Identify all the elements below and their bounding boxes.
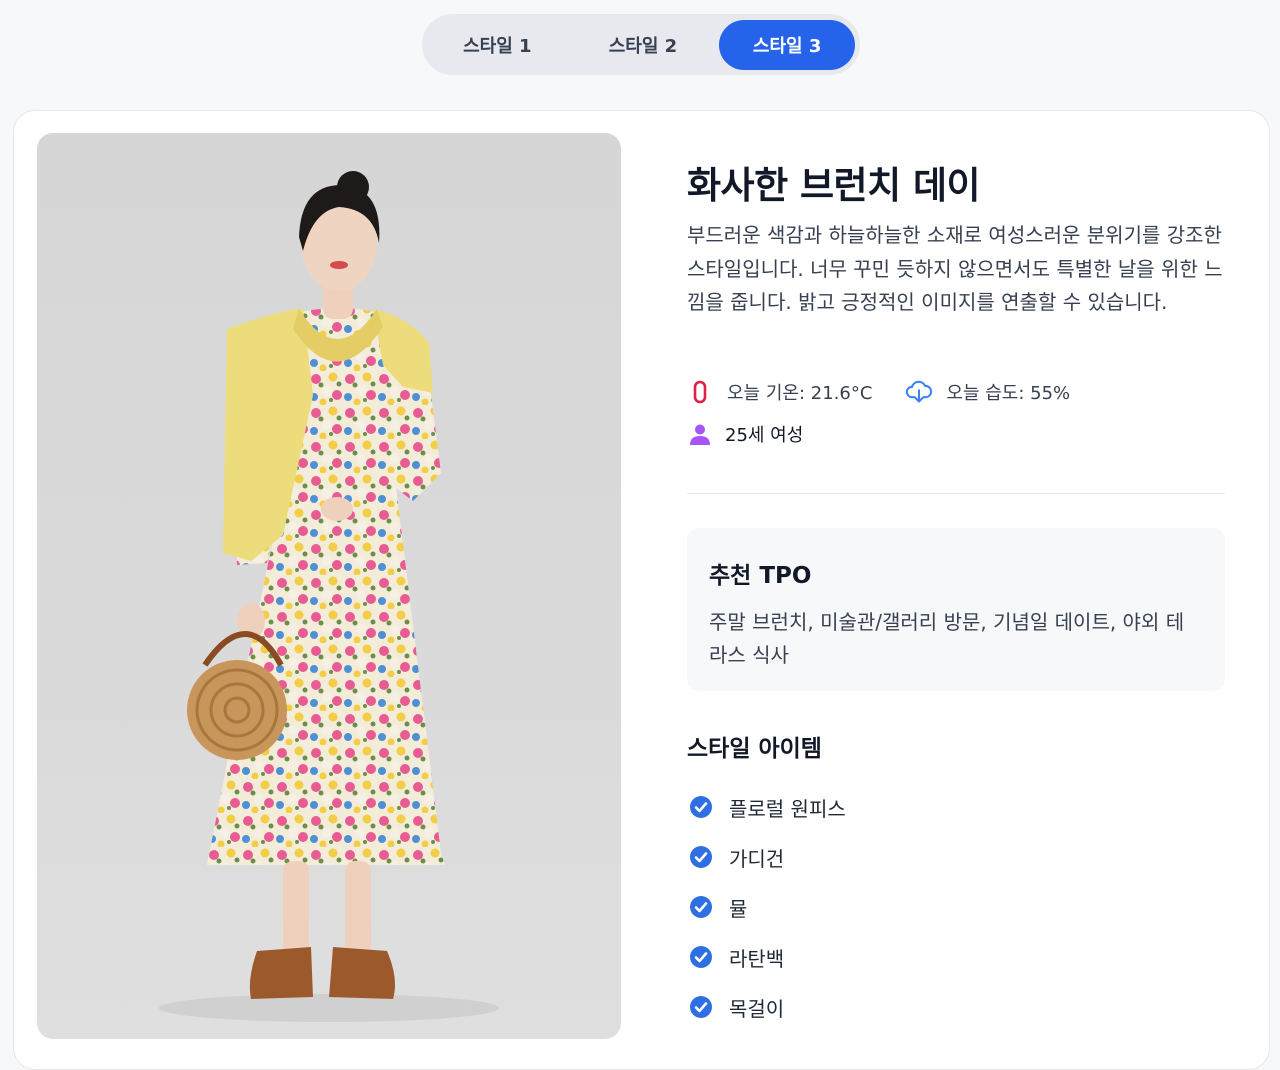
check-circle-icon bbox=[690, 996, 712, 1018]
item-label: 목걸이 bbox=[729, 996, 785, 1021]
humidity-text: 오늘 습도: 55% bbox=[946, 383, 1071, 404]
tab-style-3[interactable]: 스타일 3 bbox=[719, 19, 855, 70]
divider bbox=[687, 493, 1225, 494]
tpo-title: 추천 TPO bbox=[709, 563, 812, 589]
list-item: 가디건 bbox=[689, 832, 846, 882]
check-circle-icon bbox=[690, 796, 712, 818]
item-label: 뮬 bbox=[729, 896, 748, 921]
style-description: 부드러운 색감과 하늘하늘한 소재로 여성스러운 분위기를 강조한 스타일입니다… bbox=[687, 223, 1223, 314]
check-circle-icon bbox=[690, 896, 712, 918]
temperature-text: 오늘 기온: 21.6°C bbox=[727, 383, 873, 404]
items-title: 스타일 아이템 bbox=[687, 736, 822, 762]
style-card: 화사한 브런치 데이 부드러운 색감과 하늘하늘한 소재로 여성스러운 분위기를… bbox=[13, 110, 1270, 1070]
list-item: 라탄백 bbox=[689, 932, 846, 982]
thermometer-icon bbox=[687, 379, 713, 405]
weather-row: 오늘 기온: 21.6°C 오늘 습도: 55% bbox=[687, 379, 1070, 405]
item-label: 라탄백 bbox=[729, 946, 785, 971]
humidity-info: 오늘 습도: 55% bbox=[906, 379, 1070, 405]
check-circle-icon bbox=[690, 946, 712, 968]
style-items-list: 플로럴 원피스 가디건 뮬 라탄백 목걸이 bbox=[689, 782, 846, 1032]
style-tabs: 스타일 1 스타일 2 스타일 3 bbox=[422, 14, 860, 75]
temperature-info: 오늘 기온: 21.6°C bbox=[687, 379, 872, 405]
person-row: 25세 여성 bbox=[687, 421, 803, 447]
person-icon bbox=[687, 421, 713, 447]
item-label: 플로럴 원피스 bbox=[729, 796, 846, 821]
tpo-text: 주말 브런치, 미술관/갤러리 방문, 기념일 데이트, 야외 테라스 식사 bbox=[709, 610, 1185, 667]
style-title: 화사한 브런치 데이 bbox=[687, 164, 981, 207]
model-illustration bbox=[159, 171, 499, 1022]
person-text: 25세 여성 bbox=[725, 425, 804, 446]
cloud-download-icon bbox=[906, 379, 933, 405]
list-item: 목걸이 bbox=[689, 982, 846, 1032]
list-item: 플로럴 원피스 bbox=[689, 782, 846, 832]
item-label: 가디건 bbox=[729, 846, 785, 871]
check-circle-icon bbox=[690, 846, 712, 868]
outfit-photo bbox=[37, 133, 621, 1039]
tab-style-1[interactable]: 스타일 1 bbox=[427, 20, 568, 70]
tpo-box: 추천 TPO 주말 브런치, 미술관/갤러리 방문, 기념일 데이트, 야외 테… bbox=[687, 528, 1225, 691]
list-item: 뮬 bbox=[689, 882, 846, 932]
tab-style-2[interactable]: 스타일 2 bbox=[573, 20, 714, 70]
